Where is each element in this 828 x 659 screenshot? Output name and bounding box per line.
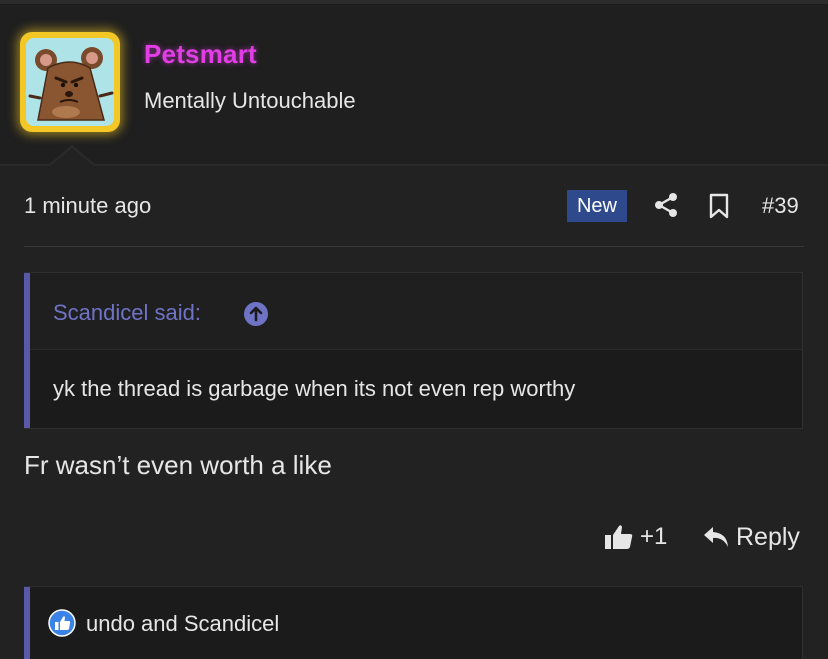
like-count: +1 [640, 523, 668, 550]
forum-post-page: Petsmart Mentally Untouchable 1 minute a… [0, 0, 828, 659]
reply-button[interactable]: Reply [702, 522, 800, 552]
quote-text: yk the thread is garbage when its not ev… [53, 376, 576, 401]
reactions-accent-bar [24, 587, 30, 659]
reply-label: Reply [736, 522, 800, 551]
bookmark-icon[interactable] [707, 192, 731, 220]
reply-icon [704, 527, 728, 547]
cartoon-mouse-avatar [26, 38, 114, 126]
header-divider [0, 164, 828, 166]
thumbs-up-icon [605, 525, 633, 549]
post-author-header: Petsmart Mentally Untouchable [0, 5, 828, 164]
post-message: Fr wasn’t even worth a like [24, 450, 332, 480]
share-icon[interactable] [653, 192, 679, 218]
like-button[interactable]: +1 [604, 522, 667, 552]
new-badge: New [567, 190, 627, 222]
like-reaction-icon [48, 609, 76, 637]
mouse-avatar-image [28, 47, 114, 121]
arrow-up-circle-icon[interactable] [243, 301, 269, 327]
post-timestamp[interactable]: 1 minute ago [24, 193, 151, 219]
quote-author-link[interactable]: Scandicel said: [53, 300, 201, 326]
author-username[interactable]: Petsmart [144, 39, 257, 70]
post-number-link[interactable]: #39 [762, 193, 799, 219]
meta-divider [24, 246, 804, 247]
reactions-bar: undo and Scandicel [24, 586, 803, 659]
author-user-title: Mentally Untouchable [144, 88, 356, 113]
avatar-pointer-inner [50, 148, 94, 166]
quote-block: Scandicel said: yk the thread is garbage… [24, 272, 803, 429]
avatar[interactable] [20, 32, 120, 132]
reactions-users-link[interactable]: undo and Scandicel [86, 611, 279, 637]
